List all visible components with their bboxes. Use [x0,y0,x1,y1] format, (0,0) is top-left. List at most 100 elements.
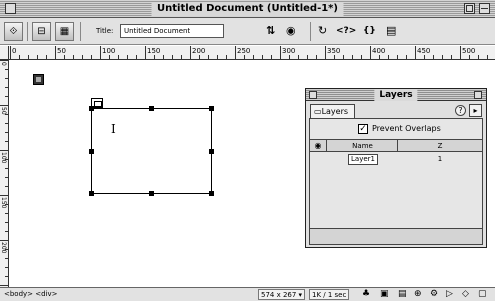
resize-handle-s[interactable] [149,191,154,196]
palette-collapse-icon[interactable] [474,91,482,99]
reference-icon[interactable]: <?> [336,24,356,38]
ruler-number: 0 [12,47,17,55]
ruler-number: 450 [417,47,431,55]
collapse-box-icon[interactable] [479,3,490,14]
ruler-tick [352,55,353,59]
ruler-tick [5,222,8,223]
ruler-number: 350 [327,47,341,55]
resize-handle-se[interactable] [209,191,214,196]
site-icon[interactable]: ♣ [362,288,370,301]
ruler-tick [5,276,8,277]
layers-tab-icon: ▭ [314,107,322,116]
window-title-bar[interactable]: Untitled Document (Untitled-1*) [0,0,495,18]
ruler-tick [5,267,8,268]
ruler-tick [5,87,8,88]
resize-handle-ne[interactable] [209,106,214,111]
ruler-tick [154,55,155,59]
file-management-icon[interactable]: ⇅ [266,24,275,38]
ruler-tick [5,258,8,259]
resize-handle-nw[interactable] [89,106,94,111]
ruler-tick [0,105,8,106]
column-header-z[interactable]: Z [398,140,482,152]
ruler-tick [190,46,191,59]
layer-z-cell[interactable]: 1 [398,153,482,165]
ruler-tick [19,55,20,59]
palette-title-bar[interactable]: Layers [306,89,486,101]
layer-box[interactable] [89,106,214,196]
ruler-tick [424,55,425,59]
ruler-tick [280,46,281,59]
code-navigation-icon[interactable]: {} [363,24,376,38]
timeline-icon[interactable]: ▷ [446,288,453,301]
ruler-number: 150 [0,197,7,209]
css-styles-icon[interactable]: ⊕ [414,288,422,301]
palette-horizontal-scrollbar[interactable] [310,228,482,244]
ruler-tick [127,55,128,59]
ruler-tick [487,55,488,59]
ruler-tick [0,150,8,151]
ruler-tick [262,55,263,59]
window-size-popup[interactable]: 574 x 267 ▾ [258,289,306,300]
zoom-box-icon[interactable] [464,3,475,14]
resize-handle-w[interactable] [89,149,94,154]
ruler-tick [325,46,326,59]
ruler-tick [289,55,290,59]
visibility-eye-icon[interactable]: ◉ [310,140,327,152]
close-box-icon[interactable] [5,3,16,14]
resize-handle-n[interactable] [149,106,154,111]
ruler-tick [181,55,182,59]
ruler-tick [163,55,164,59]
window-title: Untitled Document (Untitled-1*) [151,2,344,16]
ruler-tick [469,55,470,59]
palette-close-icon[interactable] [309,91,317,99]
ruler-tick [307,55,308,59]
ruler-origin[interactable] [0,46,9,60]
toolbar-divider [27,22,28,41]
palette-menu-arrow-icon[interactable]: ▸ [469,104,482,117]
tab-layers[interactable]: ▭Layers [310,104,355,118]
ruler-tick [298,55,299,59]
prevent-overlaps-checkbox[interactable]: ✓ [358,124,368,134]
behaviors-icon[interactable]: ⚙ [430,288,438,301]
ruler-tick [343,55,344,59]
view-options-icon[interactable]: ▤ [386,24,396,38]
ruler-tick [415,46,416,59]
html-styles-icon[interactable]: ▤ [398,288,407,301]
resize-handle-sw[interactable] [89,191,94,196]
code-view-icon[interactable]: ⟐ [4,22,23,41]
split-view-icon[interactable]: ⊟ [32,22,51,41]
preview-browser-icon[interactable]: ◉ [286,24,296,38]
resize-handle-e[interactable] [209,149,214,154]
assets-icon[interactable]: ▣ [380,288,389,301]
ruler-tick [199,55,200,59]
ruler-number: 200 [192,47,206,55]
layer-anchor-icon[interactable] [33,74,44,85]
page-title-input[interactable] [120,24,224,38]
ruler-tick [5,186,8,187]
tag-selector[interactable]: <body> <div> [4,288,58,301]
ruler-number: 50 [57,47,66,55]
ruler-tick [5,231,8,232]
design-view-icon[interactable]: ▦ [55,22,74,41]
ruler-number: 250 [237,47,251,55]
layer-name-cell[interactable]: Layer1 [348,154,378,165]
ruler-tick [118,55,119,59]
ruler-number: 150 [147,47,161,55]
ruler-tick [73,55,74,59]
code-inspector-icon[interactable]: ◇ [462,288,469,301]
ruler-number: 200 [0,242,7,254]
refresh-icon[interactable]: ↻ [318,24,327,38]
launcher-icon[interactable]: ▢ [478,288,487,301]
ruler-tick [64,55,65,59]
text-cursor-icon: I [111,122,116,136]
ruler-tick [55,46,56,59]
column-header-name[interactable]: Name [328,140,398,152]
ruler-tick [0,195,8,196]
ruler-tick [46,55,47,59]
ruler-number: 50 [0,107,7,115]
table-row[interactable]: Layer1 1 [310,153,482,166]
title-label: Title: [96,27,114,35]
help-icon[interactable]: ? [455,105,466,116]
palette-title: Layers [374,89,418,101]
ruler-tick [109,55,110,59]
